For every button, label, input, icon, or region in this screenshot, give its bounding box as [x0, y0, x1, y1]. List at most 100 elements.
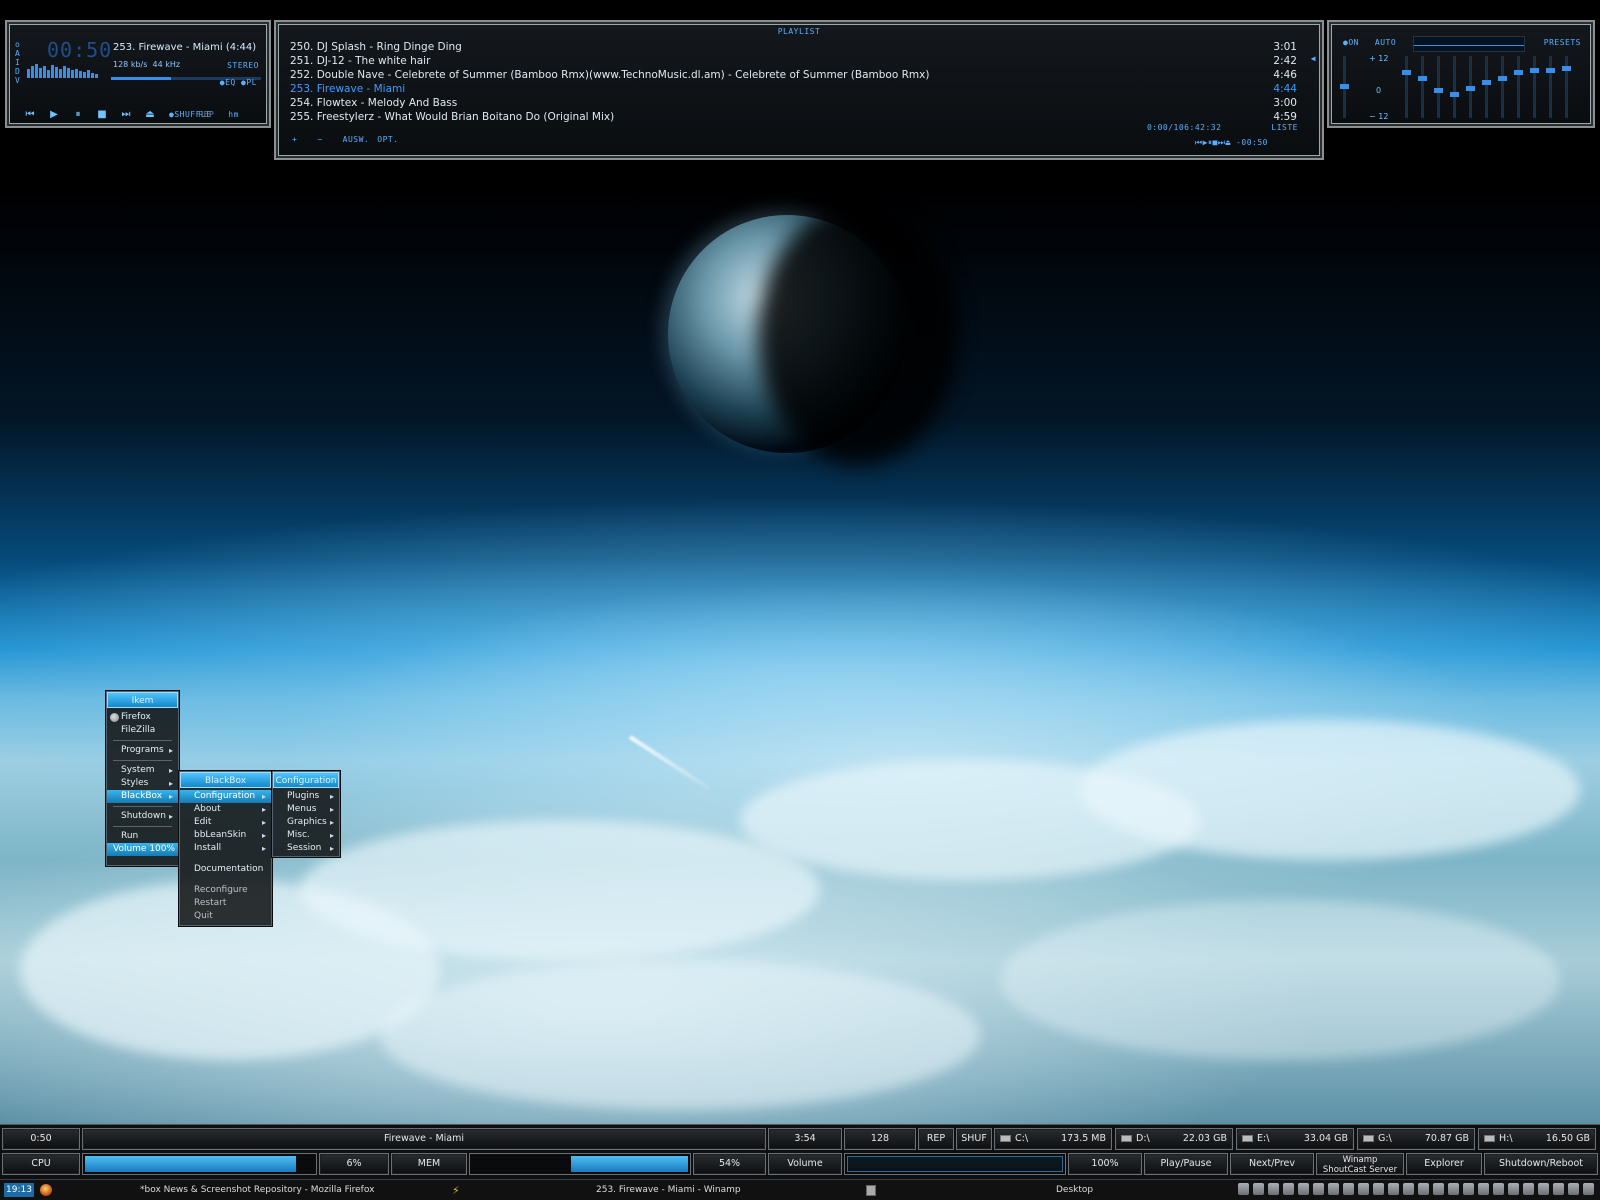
eq-band-slider[interactable]	[1402, 56, 1411, 118]
menu-item-reconfigure[interactable]: Reconfigure	[180, 884, 271, 897]
playlist-row[interactable]: 254. Flowtex - Melody And Bass 3:00	[290, 96, 1297, 110]
menu-item-quit[interactable]: Quit	[180, 910, 271, 923]
eq-band-slider[interactable]	[1450, 56, 1459, 118]
tray-icon[interactable]	[1478, 1183, 1489, 1195]
play-pause-button[interactable]: Play/Pause	[1144, 1153, 1228, 1175]
previous-button[interactable]: ⏮	[25, 109, 35, 120]
eq-band-slider[interactable]	[1530, 56, 1539, 118]
eq-auto-toggle[interactable]: AUTO	[1375, 38, 1396, 47]
explorer-button[interactable]: Explorer	[1406, 1153, 1482, 1175]
taskbar-clock[interactable]: 19:13	[4, 1183, 34, 1197]
menu-item-plugins[interactable]: Plugins	[273, 790, 339, 803]
spectrum-visualizer[interactable]	[27, 62, 105, 78]
drive-space-item[interactable]: G:\ 70.87 GB	[1357, 1128, 1475, 1150]
drive-space-item[interactable]: D:\ 22.03 GB	[1115, 1128, 1233, 1150]
tray-icon[interactable]	[1493, 1183, 1504, 1195]
winamp-shoutcast-button[interactable]: Winamp ShoutCast Server	[1316, 1153, 1404, 1175]
tray-icon[interactable]	[1568, 1183, 1579, 1195]
eject-button[interactable]: ⏏	[145, 109, 155, 120]
menu-item-graphics[interactable]: Graphics	[273, 816, 339, 829]
remove-button[interactable]: −	[317, 135, 322, 144]
playlist-row[interactable]: 255. Freestylerz - What Would Brian Boit…	[290, 110, 1297, 124]
options-button[interactable]: OPT.	[377, 135, 398, 144]
winamp-playlist-window[interactable]: PLAYLIST 250. DJ Splash - Ring Dinge Din…	[274, 20, 1324, 160]
configuration-submenu[interactable]: Configuration Plugins Menus Graphics Mis…	[272, 771, 340, 857]
task-firefox[interactable]: *box News & Screenshot Repository - Mozi…	[140, 1183, 374, 1197]
tray-icon[interactable]	[1448, 1183, 1459, 1195]
drive-space-item[interactable]: H:\ 16.50 GB	[1478, 1128, 1596, 1150]
next-button[interactable]: ⏭	[121, 109, 131, 120]
repeat-button[interactable]: REP	[918, 1128, 954, 1150]
scroll-arrow-icon[interactable]: ◀	[1311, 54, 1316, 63]
playlist-list[interactable]: 250. DJ Splash - Ring Dinge Ding 3:01 251.…	[290, 40, 1297, 124]
tray-icon[interactable]	[1583, 1183, 1594, 1195]
eq-band-slider[interactable]	[1514, 56, 1523, 118]
tray-icon[interactable]	[1343, 1183, 1354, 1195]
stop-button[interactable]: ■	[97, 109, 107, 120]
tray-icon[interactable]	[1238, 1183, 1249, 1195]
tray-icon[interactable]	[1373, 1183, 1384, 1195]
root-menu[interactable]: Ikem Firefox FileZilla Programs System S…	[106, 691, 179, 866]
tray-icon[interactable]	[1463, 1183, 1474, 1195]
menu-item-bbleanskin[interactable]: bbLeanSkin	[180, 829, 271, 842]
tray-icon[interactable]	[1553, 1183, 1564, 1195]
eq-band-slider[interactable]	[1466, 56, 1475, 118]
tray-icon[interactable]	[1298, 1183, 1309, 1195]
menu-item-misc[interactable]: Misc.	[273, 829, 339, 842]
repeat-toggle[interactable]: REP	[198, 110, 214, 119]
menu-item-install[interactable]: Install	[180, 842, 271, 855]
menu-item-edit[interactable]: Edit	[180, 816, 271, 829]
menu-item-system[interactable]: System	[107, 764, 178, 777]
tray-icon[interactable]	[1313, 1183, 1324, 1195]
blackbox-submenu[interactable]: BlackBox Configuration About Edit bbLean…	[179, 771, 272, 926]
eq-band-slider[interactable]	[1418, 56, 1427, 118]
menu-item-menus[interactable]: Menus	[273, 803, 339, 816]
tray-icon[interactable]	[1388, 1183, 1399, 1195]
tray-icon[interactable]	[1283, 1183, 1294, 1195]
eq-band-slider[interactable]	[1434, 56, 1443, 118]
menu-item-firefox[interactable]: Firefox	[107, 711, 178, 724]
play-button[interactable]: ▶	[49, 109, 59, 120]
menu-item-filezilla[interactable]: FileZilla	[107, 724, 178, 737]
menu-item-shutdown[interactable]: Shutdown	[107, 810, 178, 823]
menu-item-restart[interactable]: Restart	[180, 897, 271, 910]
pl-toggle[interactable]: PL	[246, 78, 257, 87]
playlist-row[interactable]: 252. Double Nave - Celebrete of Summer (…	[290, 68, 1297, 82]
drive-space-item[interactable]: C:\ 173.5 MB	[994, 1128, 1112, 1150]
next-prev-button[interactable]: Next/Prev	[1230, 1153, 1314, 1175]
menu-item-run[interactable]: Run	[107, 830, 178, 843]
eq-band-slider[interactable]	[1546, 56, 1555, 118]
tray-icon[interactable]	[1508, 1183, 1519, 1195]
eq-toggle[interactable]: EQ	[225, 78, 236, 87]
task-winamp[interactable]: 253. Firewave - Miami - Winamp	[596, 1183, 741, 1197]
tray-icon[interactable]	[1538, 1183, 1549, 1195]
eq-on-toggle[interactable]: ●ON AUTO	[1343, 38, 1396, 47]
winamp-side-controls[interactable]: oAIDV	[15, 40, 20, 85]
eq-pl-toggles[interactable]: ●EQ ●PL	[220, 78, 257, 87]
shuffle-button[interactable]: SHUF	[956, 1128, 992, 1150]
add-button[interactable]: +	[292, 135, 297, 144]
tray-icon[interactable]	[1523, 1183, 1534, 1195]
mini-transport[interactable]: ⏮▶⏸■⏭⏏ -00:50	[1147, 138, 1268, 148]
tray-icon[interactable]	[1328, 1183, 1339, 1195]
volume-slider[interactable]	[844, 1153, 1066, 1175]
winamp-equalizer-window[interactable]: ●ON AUTO PRESETS + 12 0 − 12	[1327, 20, 1595, 128]
eq-band-slider[interactable]	[1482, 56, 1491, 118]
eq-band-slider[interactable]	[1562, 56, 1571, 118]
menu-item-styles[interactable]: Styles	[107, 777, 178, 790]
menu-item-about[interactable]: About	[180, 803, 271, 816]
now-playing-display[interactable]: Firewave - Miami	[82, 1128, 766, 1150]
select-button[interactable]: AUSW.	[343, 135, 370, 144]
playlist-row[interactable]: 251. DJ-12 - The white hair 2:42	[290, 54, 1297, 68]
winamp-main-window[interactable]: oAIDV 00:50 253. Firewave - Miami (4:44)…	[5, 20, 271, 128]
menu-item-programs[interactable]: Programs	[107, 744, 178, 757]
list-button[interactable]: LISTE	[1271, 123, 1298, 132]
tray-icon[interactable]	[1418, 1183, 1429, 1195]
shuffle-toggle[interactable]: ●SHUFFLE	[169, 110, 211, 119]
tray-icon[interactable]	[1358, 1183, 1369, 1195]
tray-icon[interactable]	[1268, 1183, 1279, 1195]
playlist-row[interactable]: 253. Firewave - Miami 4:44	[290, 82, 1297, 96]
tray-icon[interactable]	[1433, 1183, 1444, 1195]
tray-icon[interactable]	[1403, 1183, 1414, 1195]
pause-button[interactable]: ⏸	[73, 109, 83, 120]
